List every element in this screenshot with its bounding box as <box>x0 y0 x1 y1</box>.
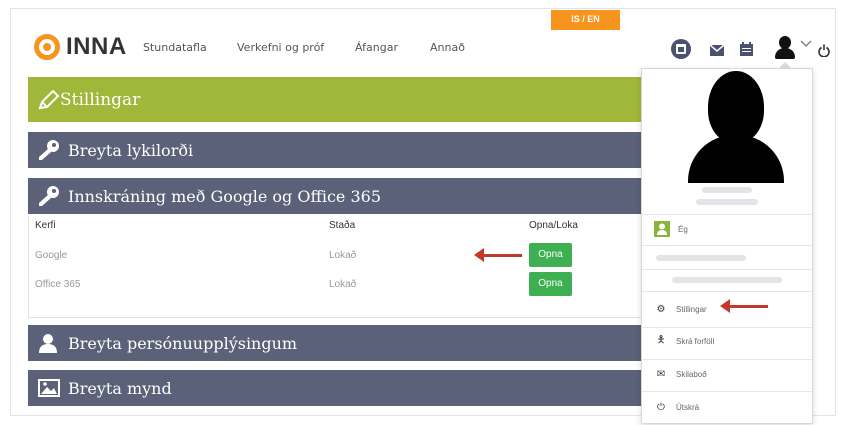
blurred-role-2[interactable] <box>672 277 782 283</box>
header-stada: Staða <box>329 220 356 231</box>
menu-item-me-label: Ég <box>678 224 688 234</box>
top-navigation: INNA Stundatafla Verkefni og próf Áfanga… <box>28 28 828 68</box>
menu-item-settings[interactable]: ⚙ Stillingar <box>654 301 707 317</box>
menu-item-settings-label: Stillingar <box>676 304 707 314</box>
section-personal-title: Breyta persónuupplýsingum <box>68 333 298 353</box>
logo-text: INNA <box>66 33 127 60</box>
section-google-title: Innskráning með Google og Office 365 <box>68 186 382 206</box>
gear-icon: ⚙ <box>656 303 666 315</box>
menu-item-messages[interactable]: ✉ Skilaboð <box>654 366 707 382</box>
header-kerfi: Kerfi <box>35 220 56 231</box>
section-photo-title: Breyta mynd <box>68 378 172 398</box>
envelope-icon: ✉ <box>656 368 666 380</box>
user-dropdown: Ég ⚙ Stillingar 🯅 Skrá forföll ✉ Skilabo… <box>641 62 813 424</box>
power-icon: ⏻ <box>657 401 665 413</box>
header-opna-loka: Opna/Loka <box>529 220 578 231</box>
person-icon <box>39 334 57 353</box>
menu-item-logout[interactable]: ⏻ Útskrá <box>654 399 699 415</box>
menu-item-absence-label: Skrá forföll <box>676 336 715 346</box>
blurred-school <box>696 199 758 205</box>
key-icon <box>39 140 59 160</box>
nav-afangar[interactable]: Áfangar <box>355 41 398 54</box>
nav-verkefni[interactable]: Verkefni og próf <box>237 41 324 54</box>
nav-stundatafla[interactable]: Stundatafla <box>143 41 207 54</box>
power-icon[interactable] <box>818 44 830 57</box>
row-google-status: Lokað <box>329 250 357 261</box>
open-google-button[interactable]: Opna <box>529 243 572 267</box>
row-google-system: Google <box>35 250 68 261</box>
section-password-title: Breyta lykilorði <box>68 140 194 160</box>
language-toggle[interactable]: IS / EN <box>551 10 620 30</box>
user-icon[interactable] <box>774 36 796 60</box>
user-badge-icon <box>654 221 670 237</box>
menu-item-messages-label: Skilaboð <box>676 369 707 379</box>
row-office-system: Office 365 <box>35 279 81 290</box>
person-walking-icon: 🯅 <box>656 334 666 346</box>
menu-item-logout-label: Útskrá <box>676 402 700 412</box>
settings-title: Stillingar <box>60 89 141 110</box>
blurred-name <box>702 187 752 193</box>
envelope-icon[interactable] <box>710 45 724 56</box>
inna-logo[interactable]: INNA <box>34 33 127 61</box>
annotation-arrow <box>720 299 768 313</box>
chevron-down-icon[interactable] <box>800 40 812 48</box>
calendar-icon[interactable] <box>740 42 753 56</box>
row-office-status: Lokað <box>329 279 357 290</box>
nav-annad[interactable]: Annað <box>430 41 465 54</box>
key-icon <box>39 186 59 206</box>
menu-item-me[interactable]: Ég <box>654 221 688 237</box>
id-badge-icon[interactable] <box>670 38 692 60</box>
logo-ring-icon <box>34 34 60 60</box>
blurred-role-1[interactable] <box>656 255 746 261</box>
annotation-arrow <box>474 248 522 262</box>
avatar <box>688 71 784 183</box>
image-icon <box>38 379 60 397</box>
open-office-button[interactable]: Opna <box>529 272 572 296</box>
menu-item-absence[interactable]: 🯅 Skrá forföll <box>654 333 715 349</box>
pencil-icon <box>38 89 60 109</box>
